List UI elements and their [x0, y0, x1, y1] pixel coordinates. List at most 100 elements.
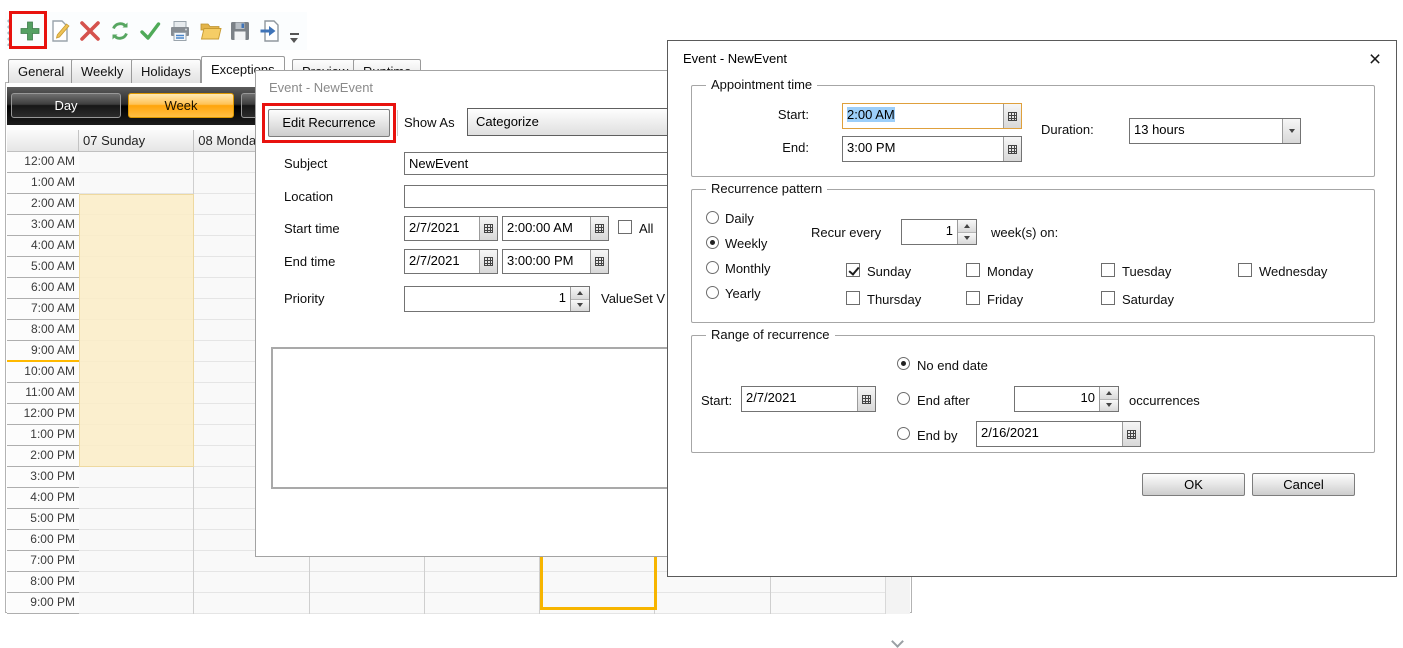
- end-by-radio[interactable]: [897, 427, 910, 440]
- time-picker-icon[interactable]: [1003, 104, 1021, 128]
- refresh-icon[interactable]: [108, 19, 132, 43]
- group-legend: Appointment time: [706, 77, 817, 92]
- time-label: 1:00 PM: [7, 425, 79, 446]
- calendar-picker-icon[interactable]: [479, 217, 497, 240]
- export-icon[interactable]: [258, 19, 282, 43]
- tab-general[interactable]: General: [8, 59, 74, 83]
- scroll-down-chevron-icon[interactable]: [891, 635, 904, 648]
- spinner-buttons[interactable]: [1099, 387, 1118, 411]
- priority-value: 1: [405, 287, 570, 311]
- time-label: 1:00 AM: [7, 173, 79, 194]
- start-label: Start:: [751, 107, 809, 122]
- chevron-down-icon: [290, 38, 298, 43]
- saturday-label: Saturday: [1122, 292, 1174, 307]
- time-label: 4:00 PM: [7, 488, 79, 509]
- show-as-label: Show As: [404, 115, 455, 130]
- valueset-label: ValueSet V: [601, 291, 665, 306]
- time-label: 4:00 AM: [7, 236, 79, 257]
- time-label: 7:00 PM: [7, 551, 79, 572]
- recurrence-pattern-group: Recurrence pattern: [691, 189, 1375, 323]
- start-time-field[interactable]: 2:00 AM: [842, 103, 1022, 129]
- monday-checkbox[interactable]: [966, 263, 980, 277]
- spin-down-icon: [577, 303, 583, 307]
- range-start-value: 2/7/2021: [742, 387, 857, 411]
- open-folder-icon[interactable]: [198, 19, 222, 43]
- close-icon[interactable]: ×: [1362, 47, 1388, 73]
- yearly-radio[interactable]: [706, 286, 719, 299]
- time-picker-icon[interactable]: [1003, 137, 1021, 161]
- yearly-label: Yearly: [725, 286, 761, 301]
- chevron-down-icon[interactable]: [1282, 119, 1300, 143]
- priority-label: Priority: [284, 291, 324, 306]
- calendar-picker-icon[interactable]: [857, 387, 875, 411]
- end-after-label: End after: [917, 393, 970, 408]
- delete-icon[interactable]: [78, 19, 102, 43]
- print-icon[interactable]: [168, 19, 192, 43]
- interval-stepper[interactable]: 1: [901, 219, 977, 245]
- no-end-date-radio[interactable]: [897, 357, 910, 370]
- header-sunday[interactable]: 07 Sunday: [79, 130, 194, 152]
- friday-checkbox[interactable]: [966, 291, 980, 305]
- event-time-range-highlight[interactable]: [79, 194, 194, 467]
- dialog-title: Event - NewEvent: [683, 51, 787, 66]
- priority-stepper[interactable]: 1: [404, 286, 590, 312]
- weekly-radio[interactable]: [706, 236, 719, 249]
- time-picker-icon[interactable]: [590, 250, 608, 273]
- range-start-date-picker[interactable]: 2/7/2021: [741, 386, 876, 412]
- end-time-picker[interactable]: 3:00:00 PM: [502, 249, 609, 274]
- time-label: 9:00 AM: [7, 341, 79, 362]
- save-icon[interactable]: [228, 19, 252, 43]
- sunday-label: Sunday: [867, 264, 911, 279]
- end-date-picker[interactable]: 2/7/2021: [404, 249, 498, 274]
- calendar-picker-icon[interactable]: [1122, 422, 1140, 446]
- time-label: 3:00 PM: [7, 467, 79, 488]
- toolbar-overflow-button[interactable]: [289, 32, 301, 44]
- spinner-buttons[interactable]: [957, 220, 976, 244]
- occurrences-stepper[interactable]: 10: [1014, 386, 1119, 412]
- edit-icon[interactable]: [48, 19, 72, 43]
- wednesday-checkbox[interactable]: [1238, 263, 1252, 277]
- tab-weekly[interactable]: Weekly: [71, 59, 133, 83]
- time-label: 5:00 PM: [7, 509, 79, 530]
- tuesday-checkbox[interactable]: [1101, 263, 1115, 277]
- duration-dropdown[interactable]: 13 hours: [1129, 118, 1301, 144]
- group-legend: Range of recurrence: [706, 327, 835, 342]
- location-label: Location: [284, 189, 333, 204]
- thursday-checkbox[interactable]: [846, 291, 860, 305]
- end-by-date-value: 2/16/2021: [977, 422, 1122, 446]
- tab-holidays[interactable]: Holidays: [131, 59, 201, 83]
- time-gutter: 12:00 AM 1:00 AM 2:00 AM 3:00 AM 4:00 AM…: [7, 152, 79, 614]
- all-day-checkbox[interactable]: [618, 220, 632, 234]
- end-by-date-picker[interactable]: 2/16/2021: [976, 421, 1141, 447]
- time-label: 2:00 AM: [7, 194, 79, 215]
- daily-radio[interactable]: [706, 211, 719, 224]
- end-after-radio[interactable]: [897, 392, 910, 405]
- time-picker-icon[interactable]: [590, 217, 608, 240]
- accept-icon[interactable]: [138, 19, 162, 43]
- end-time-field[interactable]: 3:00 PM: [842, 136, 1022, 162]
- cancel-button[interactable]: Cancel: [1252, 473, 1355, 496]
- time-label: 7:00 AM: [7, 299, 79, 320]
- start-date-picker[interactable]: 2/7/2021: [404, 216, 498, 241]
- end-label: End:: [751, 140, 809, 155]
- week-view-button[interactable]: Week: [128, 93, 234, 118]
- thursday-label: Thursday: [867, 292, 921, 307]
- time-label: 10:00 AM: [7, 362, 79, 383]
- friday-label: Friday: [987, 292, 1023, 307]
- start-time-picker[interactable]: 2:00:00 AM: [502, 216, 609, 241]
- start-date-value: 2/7/2021: [405, 217, 479, 240]
- sunday-checkbox[interactable]: [846, 263, 860, 277]
- calendar-picker-icon[interactable]: [479, 250, 497, 273]
- spinner-buttons[interactable]: [570, 287, 589, 311]
- group-legend: Recurrence pattern: [706, 181, 827, 196]
- time-label: 3:00 AM: [7, 215, 79, 236]
- wednesday-label: Wednesday: [1259, 264, 1327, 279]
- ok-button[interactable]: OK: [1142, 473, 1245, 496]
- daily-label: Daily: [725, 211, 754, 226]
- dialog-title: Event - NewEvent: [269, 80, 373, 95]
- monthly-radio[interactable]: [706, 261, 719, 274]
- time-label: 12:00 AM: [7, 152, 79, 173]
- saturday-checkbox[interactable]: [1101, 291, 1115, 305]
- main-toolbar: [5, 12, 307, 50]
- day-view-button[interactable]: Day: [11, 93, 121, 118]
